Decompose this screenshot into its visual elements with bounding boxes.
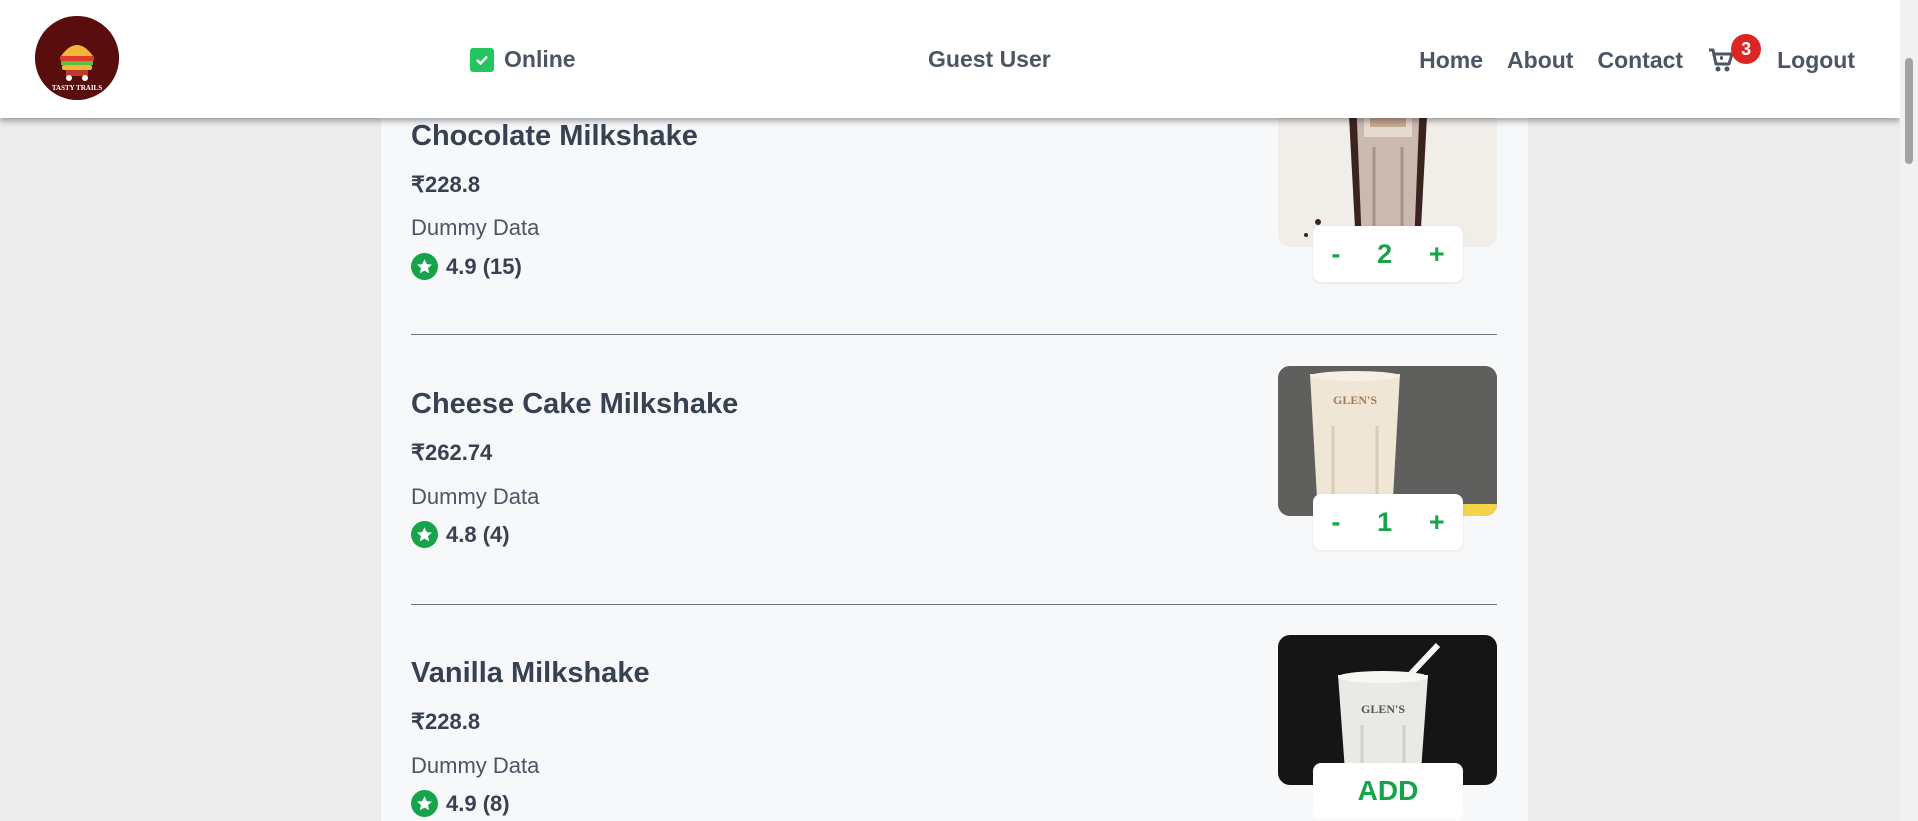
nav-contact[interactable]: Contact [1597,47,1683,74]
decrease-quantity-button[interactable]: - [1331,239,1340,270]
item-price: ₹262.74 [411,440,493,465]
increase-quantity-button[interactable]: + [1429,507,1445,538]
rating-text: 4.9 (15) [446,253,522,279]
menu-items-panel: Chocolate Milkshake ₹228.8 Dummy Data 4.… [381,0,1528,821]
user-name: Guest User [928,46,1051,72]
item-divider [411,604,1497,605]
item-name: Cheese Cake Milkshake [411,388,739,420]
item-name: Vanilla Milkshake [411,657,650,689]
item-description: Dummy Data [411,215,540,240]
item-price: ₹228.8 [411,709,481,734]
quantity-stepper[interactable]: - 1 + [1313,494,1463,550]
main-nav: Home About Contact 3 Logout [1419,34,1855,74]
rating-text: 4.9 (8) [446,790,510,816]
cart-button[interactable]: 3 [1707,34,1762,74]
star-icon [411,521,438,548]
logout-link[interactable]: Logout [1777,47,1855,74]
rating-text: 4.8 (4) [446,521,510,547]
item-price: ₹228.8 [411,172,481,197]
app-header: TASTY TRAILS Online Guest User Home Abou… [0,0,1900,118]
item-description: Dummy Data [411,484,540,509]
quantity-value: 2 [1377,238,1393,269]
menu-item: Cheese Cake Milkshake ₹262.74 Dummy Data… [411,366,1497,606]
item-rating: 4.9 (8) [411,790,510,817]
decrease-quantity-button[interactable]: - [1331,507,1340,538]
menu-item: Vanilla Milkshake ₹228.8 Dummy Data 4.9 … [411,635,1497,821]
quantity-value: 1 [1377,506,1393,537]
star-icon [411,253,438,280]
add-to-cart-button[interactable]: ADD [1313,763,1463,819]
online-status: Online [470,46,576,73]
star-icon [411,790,438,817]
scrollbar-thumb[interactable] [1905,58,1913,164]
nav-about[interactable]: About [1507,47,1573,74]
nav-home[interactable]: Home [1419,47,1483,74]
page-scrollbar[interactable] [1900,0,1918,821]
item-rating: 4.9 (15) [411,253,522,280]
item-image: GLEN'S [1278,97,1497,247]
item-divider [411,334,1497,335]
status-label: Online [504,46,576,72]
increase-quantity-button[interactable]: + [1429,239,1445,270]
item-description: Dummy Data [411,753,540,778]
svg-text:GLEN'S: GLEN'S [1361,702,1405,716]
tasty-trails-logo[interactable]: TASTY TRAILS [35,16,119,100]
quantity-stepper[interactable]: - 2 + [1313,226,1463,282]
item-rating: 4.8 (4) [411,521,510,548]
svg-text:GLEN'S: GLEN'S [1333,393,1377,407]
item-name: Chocolate Milkshake [411,120,698,152]
cart-count-badge: 3 [1731,34,1762,64]
checkbox-check-icon [470,47,494,72]
svg-text:TASTY TRAILS: TASTY TRAILS [52,84,102,92]
